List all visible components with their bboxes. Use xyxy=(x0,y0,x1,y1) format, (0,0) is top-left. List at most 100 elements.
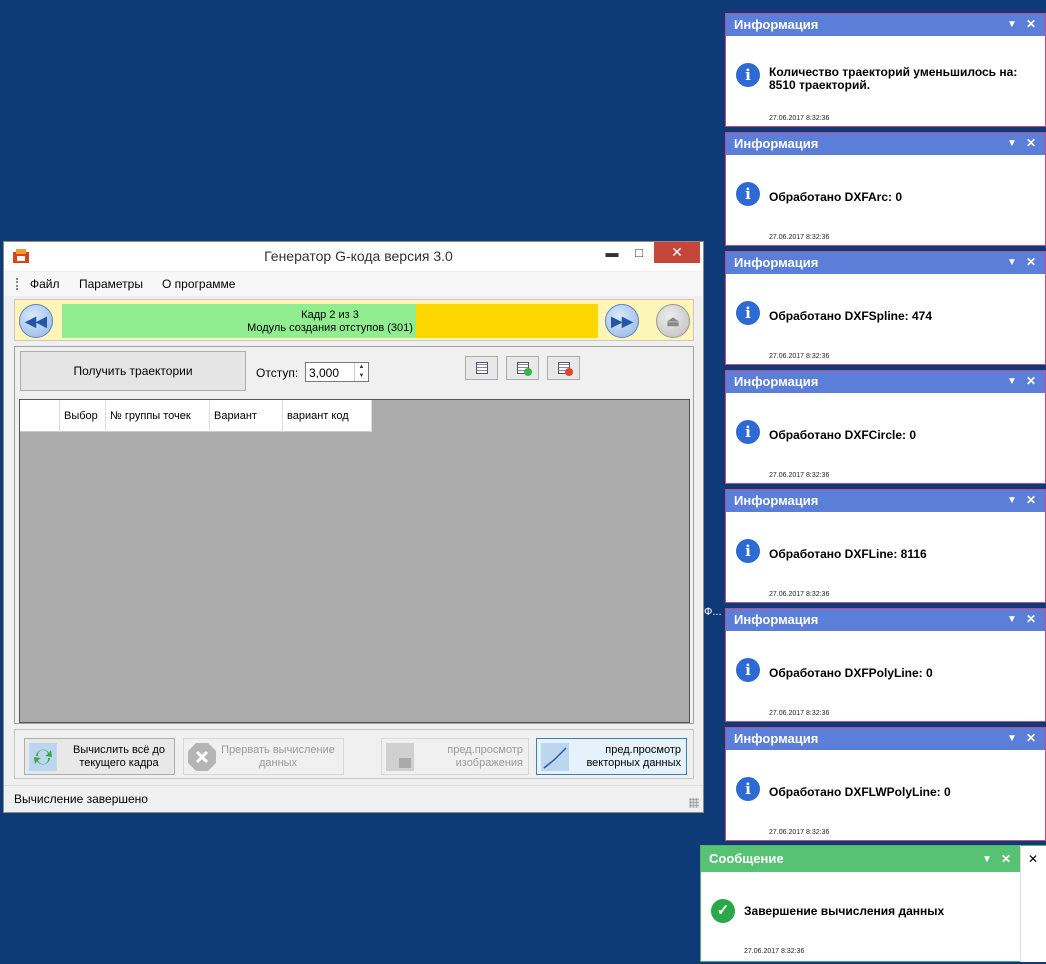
preview-vector-button[interactable]: пред.просмотр векторных данных xyxy=(536,738,687,775)
notification-time: 27.06.2017 8:32:36 xyxy=(769,472,830,479)
table-icon xyxy=(476,362,488,374)
frame-counter: Кадр 2 из 3 xyxy=(301,309,359,321)
notification-time: 27.06.2017 8:32:36 xyxy=(769,353,830,360)
calc-all-button[interactable]: Вычислить всё до текущего кадра xyxy=(24,738,175,775)
notification-message: Обработано DXFCircle: 0 xyxy=(769,428,917,442)
eject-button[interactable]: ⏏ xyxy=(656,304,690,338)
grid-col-select[interactable]: Выбор xyxy=(60,400,106,432)
notification-message: Обработано DXFArc: 0 xyxy=(769,190,903,204)
notification-title: Информация xyxy=(734,731,819,746)
info-icon: i xyxy=(736,777,760,801)
close-button[interactable]: ✕ xyxy=(654,242,700,263)
side-message-strip: ✕ xyxy=(1020,845,1046,962)
maximize-button[interactable]: □ xyxy=(625,242,653,263)
close-icon[interactable]: ✕ xyxy=(1026,493,1036,507)
dropdown-icon[interactable]: ▼ xyxy=(1007,257,1017,268)
info-notification: Информация ▼ ✕ i Обработано DXFLWPolyLine: 0… xyxy=(725,727,1046,841)
offset-label: Отступ: xyxy=(256,366,299,380)
notification-time: 27.06.2017 8:32:36 xyxy=(769,710,830,717)
resize-grip-icon[interactable] xyxy=(689,798,699,808)
completion-message: Сообщение ▼ ✕ ✓ Завершение вычисления да… xyxy=(700,845,1021,962)
dropdown-icon[interactable]: ▼ xyxy=(1007,19,1017,30)
minimize-button[interactable]: ▬ xyxy=(598,242,626,263)
dropdown-icon[interactable]: ▼ xyxy=(1007,733,1017,744)
menu-parameters[interactable]: Параметры xyxy=(79,277,143,291)
info-notification: Информация ▼ ✕ i Обработано DXFArc: 0 27.06.2… xyxy=(725,132,1046,246)
notification-time: 27.06.2017 8:32:36 xyxy=(769,591,830,598)
notification-message: Обработано DXFSpline: 474 xyxy=(769,309,933,323)
info-icon: i xyxy=(736,301,760,325)
module-name: Модуль создания отступов (301) xyxy=(247,322,413,334)
refresh-icon xyxy=(29,743,57,771)
message-text: Завершение вычисления данных xyxy=(744,904,945,918)
close-icon[interactable]: ✕ xyxy=(1028,852,1038,866)
chevron-down-icon[interactable]: ▼ xyxy=(355,372,368,381)
info-notification: Информация ▼ ✕ i Обработано DXFPolyLine: 0 27… xyxy=(725,608,1046,722)
notification-title: Информация xyxy=(734,255,819,270)
notification-header: Информация ▼ ✕ xyxy=(726,133,1045,155)
step-bar: ◀◀ Кадр 2 из 3 Модуль создания отступов … xyxy=(14,299,694,341)
dropdown-icon[interactable]: ▼ xyxy=(1007,138,1017,149)
trajectory-panel: Получить траектории Отступ: 3,000 ▲ ▼ Вы… xyxy=(14,346,694,724)
close-icon[interactable]: ✕ xyxy=(1026,17,1036,31)
dropdown-icon[interactable]: ▼ xyxy=(1007,376,1017,387)
notification-header: Информация ▼ ✕ xyxy=(726,252,1045,274)
notification-message: Обработано DXFPolyLine: 0 xyxy=(769,666,933,680)
preview-image-button[interactable]: пред.просмотр изображения xyxy=(381,738,529,775)
close-icon[interactable]: ✕ xyxy=(1001,852,1011,866)
get-trajectories-button[interactable]: Получить траектории xyxy=(20,351,246,391)
grid-col-group[interactable]: № группы точек xyxy=(106,400,210,432)
offset-value: 3,000 xyxy=(309,366,340,380)
close-icon[interactable]: ✕ xyxy=(1026,612,1036,626)
offset-stepper-arrows[interactable]: ▲ ▼ xyxy=(354,363,368,381)
notification-time: 27.06.2017 8:32:36 xyxy=(769,115,830,122)
minus-badge-icon xyxy=(565,368,573,376)
dropdown-icon[interactable]: ▼ xyxy=(982,854,992,865)
remove-row-button[interactable] xyxy=(547,356,580,380)
offset-stepper[interactable]: 3,000 ▲ ▼ xyxy=(305,362,369,382)
notification-time: 27.06.2017 8:32:36 xyxy=(769,829,830,836)
notification-time: 27.06.2017 8:32:36 xyxy=(769,234,830,241)
close-icon[interactable]: ✕ xyxy=(1026,374,1036,388)
dropdown-icon[interactable]: ▼ xyxy=(1007,495,1017,506)
vector-preview-icon xyxy=(541,743,569,771)
action-panel: Вычислить всё до текущего кадра Прервать… xyxy=(14,729,694,779)
notification-title: Информация xyxy=(734,612,819,627)
truncated-label: Ф... xyxy=(704,606,722,618)
info-icon: i xyxy=(736,539,760,563)
grid-col-variant[interactable]: Вариант xyxy=(210,400,283,432)
close-icon[interactable]: ✕ xyxy=(1026,731,1036,745)
notification-header: Информация ▼ ✕ xyxy=(726,14,1045,36)
status-bar: Вычисление завершено xyxy=(4,785,703,812)
info-notification: Информация ▼ ✕ i Обработано DXFLine: 8116 27.… xyxy=(725,489,1046,603)
notification-header: Информация ▼ ✕ xyxy=(726,371,1045,393)
menu-grip xyxy=(16,278,19,290)
menu-bar: Файл Параметры О программе xyxy=(4,272,703,296)
menu-about[interactable]: О программе xyxy=(162,277,235,291)
grid-col-rowheader[interactable] xyxy=(20,400,60,432)
chevron-up-icon[interactable]: ▲ xyxy=(355,363,368,372)
abort-button[interactable]: Прервать вычисление данных xyxy=(183,738,344,775)
notification-title: Информация xyxy=(734,136,819,151)
table-button[interactable] xyxy=(465,356,498,380)
info-notification: Информация ▼ ✕ i Количество траекторий умень… xyxy=(725,13,1046,127)
close-icon[interactable]: ✕ xyxy=(1026,136,1036,150)
calc-all-label: Вычислить всё до текущего кадра xyxy=(73,743,165,769)
info-icon: i xyxy=(736,63,760,87)
grid-col-variant-code[interactable]: вариант код xyxy=(283,400,372,432)
dropdown-icon[interactable]: ▼ xyxy=(1007,614,1017,625)
info-notification: Информация ▼ ✕ i Обработано DXFSpline: 474 27… xyxy=(725,251,1046,365)
title-bar[interactable]: Генератор G-кода версия 3.0 ▬ □ ✕ xyxy=(4,242,703,271)
info-icon: i xyxy=(736,658,760,682)
preview-vector-label: пред.просмотр векторных данных xyxy=(586,743,681,769)
next-frame-button[interactable]: ▶▶ xyxy=(605,304,639,338)
trajectory-grid[interactable]: Выбор № группы точек Вариант вариант код xyxy=(19,399,690,723)
prev-frame-button[interactable]: ◀◀ xyxy=(19,304,53,338)
main-window: Генератор G-кода версия 3.0 ▬ □ ✕ Файл П… xyxy=(3,241,704,813)
grid-header: Выбор № группы точек Вариант вариант код xyxy=(20,400,372,432)
add-row-button[interactable] xyxy=(506,356,539,380)
cancel-icon xyxy=(188,743,216,771)
menu-file[interactable]: Файл xyxy=(30,277,60,291)
info-icon: i xyxy=(736,182,760,206)
close-icon[interactable]: ✕ xyxy=(1026,255,1036,269)
